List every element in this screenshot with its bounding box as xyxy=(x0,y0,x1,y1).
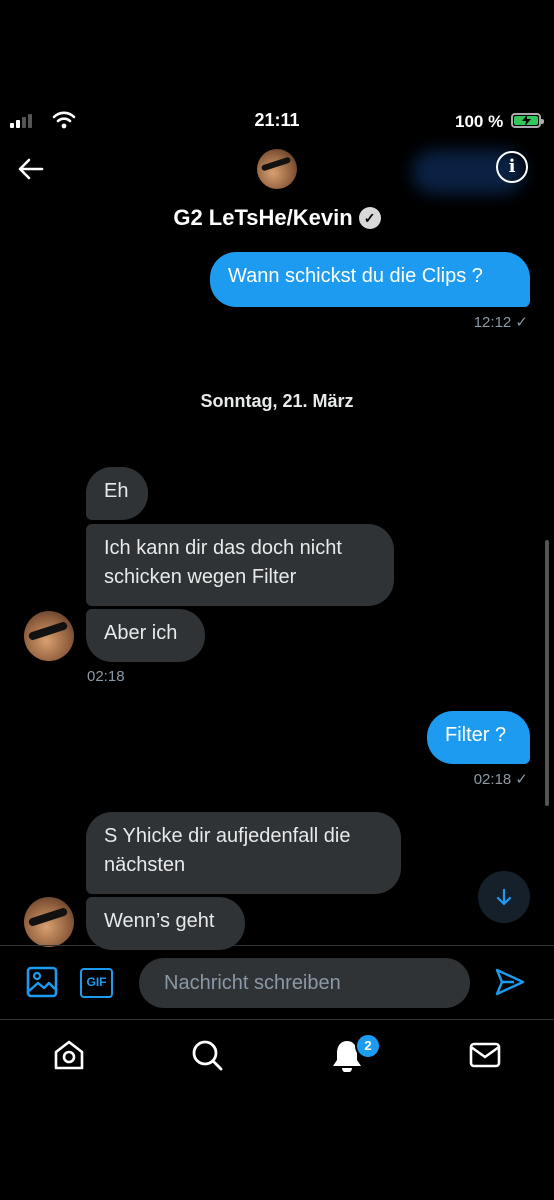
sender-avatar[interactable] xyxy=(24,897,74,947)
divider xyxy=(0,945,554,946)
search-icon[interactable] xyxy=(190,1038,224,1072)
message-input[interactable] xyxy=(139,958,470,1008)
date-separator: Sonntag, 21. März xyxy=(200,391,354,411)
home-icon[interactable] xyxy=(52,1038,86,1072)
contact-name: G2 LeTsHe/Kevin xyxy=(173,205,353,230)
message-timestamp: 02:18 xyxy=(87,668,125,685)
battery-icon xyxy=(511,113,544,128)
notification-count-badge: 2 xyxy=(355,1033,381,1059)
scrollbar[interactable] xyxy=(545,540,549,806)
arrow-down-icon xyxy=(496,888,512,906)
image-icon[interactable] xyxy=(26,966,58,998)
sender-avatar[interactable] xyxy=(24,611,74,661)
incoming-message[interactable]: Wenn’s geht xyxy=(86,897,245,950)
outgoing-message[interactable]: Wann schickst du die Clips ? xyxy=(210,252,530,307)
contact-avatar[interactable] xyxy=(257,149,297,189)
message-timestamp: 02:18 ✓ xyxy=(473,771,528,788)
divider xyxy=(0,1019,554,1020)
gif-button[interactable]: GIF xyxy=(80,968,113,998)
scroll-down-button[interactable] xyxy=(478,871,530,923)
incoming-message[interactable]: S Yhicke dir aufjedenfall die nächsten xyxy=(86,812,401,894)
incoming-message[interactable]: Eh xyxy=(86,467,148,520)
send-icon[interactable] xyxy=(494,966,526,998)
incoming-message[interactable]: Aber ich xyxy=(86,609,205,662)
battery-percentage: 100 % xyxy=(455,112,504,131)
conversation-title[interactable]: G2 LeTsHe/Kevin ✓ xyxy=(0,205,554,231)
verified-badge-icon: ✓ xyxy=(358,207,381,229)
info-icon[interactable]: i xyxy=(496,151,528,183)
incoming-message[interactable]: Ich kann dir das doch nicht schicken weg… xyxy=(86,524,394,606)
messages-mail-icon[interactable] xyxy=(468,1038,502,1072)
outgoing-message[interactable]: Filter ? xyxy=(427,711,530,764)
message-timestamp: 12:12 ✓ xyxy=(473,314,528,331)
back-arrow-icon[interactable] xyxy=(16,155,44,183)
